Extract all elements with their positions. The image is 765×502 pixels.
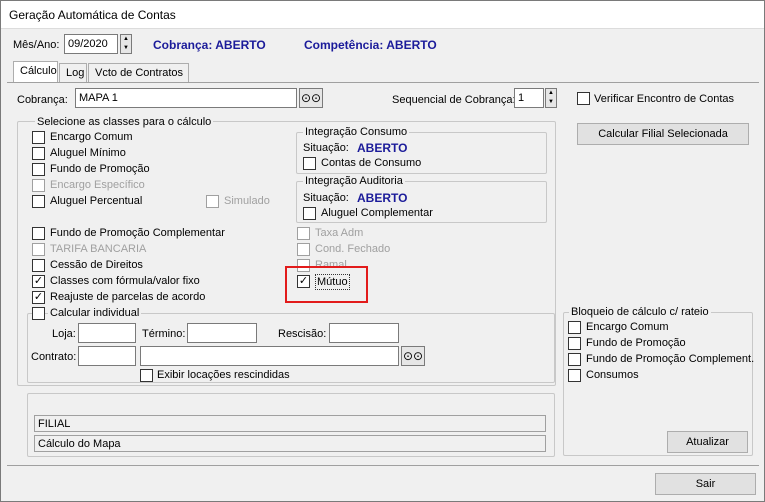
- rescisao-label: Rescisão:: [278, 328, 327, 340]
- fundo-promocao-label: Fundo de Promoção: [50, 163, 150, 175]
- encargo-especifico-checkbox: [32, 179, 45, 192]
- bloqueio-consumos-checkbox[interactable]: [568, 369, 581, 382]
- calcular-filial-button[interactable]: Calcular Filial Selecionada: [577, 123, 749, 145]
- fundo-promocao-complementar-checkbox[interactable]: [32, 227, 45, 240]
- competencia-status: Competência: ABERTO: [304, 38, 437, 52]
- aluguel-complementar-checkbox[interactable]: [303, 207, 316, 220]
- consumo-situacao-label: Situação:: [303, 142, 349, 154]
- main-window: Geração Automática de Contas Mês/Ano: 09…: [0, 0, 765, 502]
- cobranca-label: Cobrança:: [17, 94, 68, 106]
- mes-ano-label: Mês/Ano:: [13, 39, 60, 51]
- consumo-situacao-value: ABERTO: [357, 141, 408, 155]
- calcular-individual-label: Calcular individual: [48, 307, 142, 319]
- taxa-adm-label: Taxa Adm: [315, 227, 364, 239]
- mes-ano-spinner[interactable]: ▲ ▼: [120, 34, 132, 54]
- bottom-divider: [7, 465, 759, 466]
- cobranca-input[interactable]: MAPA 1: [75, 88, 297, 108]
- check-mark-icon: ✓: [33, 275, 44, 287]
- binoculars-icon: ⊙⊙: [300, 91, 322, 105]
- encargo-comum-checkbox[interactable]: [32, 131, 45, 144]
- rescisao-input[interactable]: [329, 323, 399, 343]
- bloqueio-fundo-complement-checkbox[interactable]: [568, 353, 581, 366]
- search-cobranca-button[interactable]: ⊙⊙: [299, 88, 323, 108]
- search-contrato-button[interactable]: ⊙⊙: [401, 346, 425, 366]
- auditoria-situacao-label: Situação:: [303, 192, 349, 204]
- sequencial-label: Sequencial de Cobrança:: [392, 94, 516, 106]
- cobranca-status: Cobrança: ABERTO: [153, 38, 266, 52]
- aluguel-minimo-checkbox[interactable]: [32, 147, 45, 160]
- encargo-especifico-label: Encargo Específico: [50, 179, 145, 191]
- tab-divider: [7, 82, 759, 83]
- loja-label: Loja:: [52, 328, 76, 340]
- reajuste-parcelas-label: Reajuste de parcelas de acordo: [50, 291, 206, 303]
- termino-input[interactable]: [187, 323, 257, 343]
- bloqueio-encargo-comum-checkbox[interactable]: [568, 321, 581, 334]
- verificar-label: Verificar Encontro de Contas: [594, 93, 735, 105]
- filial-status-field: FILIAL: [34, 415, 546, 432]
- bloqueio-fundo-promocao-label: Fundo de Promoção: [586, 337, 686, 349]
- contas-consumo-label: Contas de Consumo: [321, 157, 422, 169]
- termino-label: Término:: [142, 328, 186, 340]
- reajuste-parcelas-checkbox[interactable]: ✓: [32, 291, 45, 304]
- loja-input[interactable]: [78, 323, 136, 343]
- bloqueio-title: Bloqueio de cálculo c/ rateio: [569, 306, 711, 318]
- contrato-input[interactable]: [78, 346, 136, 366]
- classes-formula-label: Classes com fórmula/valor fixo: [50, 275, 200, 287]
- bloqueio-fundo-promocao-checkbox[interactable]: [568, 337, 581, 350]
- classes-formula-checkbox[interactable]: ✓: [32, 275, 45, 288]
- calcular-individual-checkbox[interactable]: [32, 307, 45, 320]
- title-bar: Geração Automática de Contas: [1, 1, 764, 29]
- check-mark-icon: ✓: [33, 291, 44, 303]
- simulado-label: Simulado: [224, 195, 270, 207]
- integracao-auditoria-title: Integração Auditoria: [303, 175, 405, 187]
- mes-ano-input[interactable]: 09/2020: [64, 34, 118, 54]
- window-title: Geração Automática de Contas: [9, 8, 176, 22]
- tab-calculo[interactable]: Cálculo: [13, 61, 58, 83]
- sair-button[interactable]: Sair: [655, 473, 756, 495]
- sequencial-spinner[interactable]: ▲ ▼: [545, 88, 557, 108]
- tab-log[interactable]: Log: [59, 63, 87, 82]
- simulado-checkbox: [206, 195, 219, 208]
- binoculars-icon: ⊙⊙: [402, 349, 424, 363]
- fundo-promocao-checkbox[interactable]: [32, 163, 45, 176]
- aluguel-percentual-label: Aluguel Percentual: [50, 195, 143, 207]
- exibir-rescindidas-label: Exibir locações rescindidas: [157, 369, 290, 381]
- integracao-consumo-title: Integração Consumo: [303, 126, 410, 138]
- cessao-direitos-checkbox[interactable]: [32, 259, 45, 272]
- bloqueio-encargo-comum-label: Encargo Comum: [586, 321, 669, 333]
- encargo-comum-label: Encargo Comum: [50, 131, 133, 143]
- sequencial-input[interactable]: 1: [514, 88, 544, 108]
- atualizar-button[interactable]: Atualizar: [667, 431, 748, 453]
- contrato-label: Contrato:: [31, 351, 77, 363]
- tab-vcto-contratos[interactable]: Vcto de Contratos: [88, 63, 189, 82]
- calculo-status-field: Cálculo do Mapa: [34, 435, 546, 452]
- cessao-direitos-label: Cessão de Direitos: [50, 259, 143, 271]
- aluguel-minimo-label: Aluguel Mínimo: [50, 147, 126, 159]
- aluguel-percentual-checkbox[interactable]: [32, 195, 45, 208]
- taxa-adm-checkbox: [297, 227, 310, 240]
- contas-consumo-checkbox[interactable]: [303, 157, 316, 170]
- contrato-description-input[interactable]: [140, 346, 399, 366]
- auditoria-situacao-value: ABERTO: [357, 191, 408, 205]
- verificar-checkbox[interactable]: [577, 92, 590, 105]
- bloqueio-consumos-label: Consumos: [586, 369, 639, 381]
- classes-group-title: Selecione as classes para o cálculo: [35, 116, 214, 128]
- tarifa-bancaria-checkbox: [32, 243, 45, 256]
- bloqueio-fundo-complement-label: Fundo de Promoção Complement.: [586, 353, 755, 365]
- fundo-promocao-complementar-label: Fundo de Promoção Complementar: [50, 227, 225, 239]
- tarifa-bancaria-label: TARIFA BANCARIA: [50, 243, 147, 255]
- cond-fechado-checkbox: [297, 243, 310, 256]
- highlight-box: [285, 266, 368, 303]
- aluguel-complementar-label: Aluguel Complementar: [321, 207, 433, 219]
- cond-fechado-label: Cond. Fechado: [315, 243, 391, 255]
- exibir-rescindidas-checkbox[interactable]: [140, 369, 153, 382]
